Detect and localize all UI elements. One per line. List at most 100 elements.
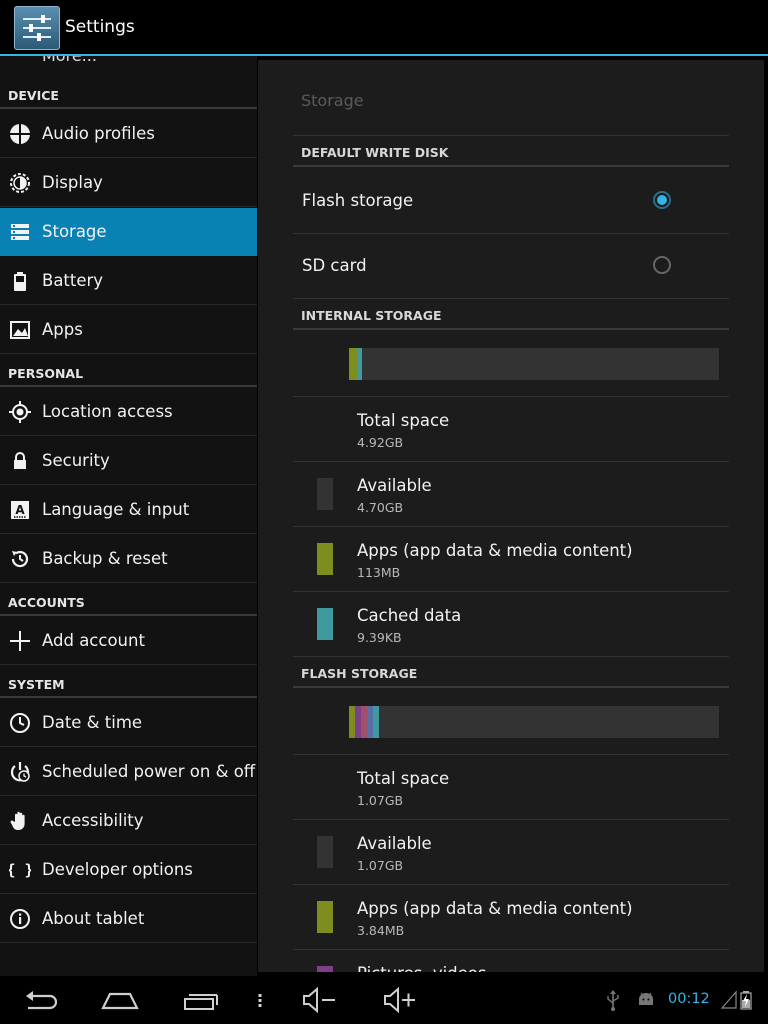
stat-value: 3.84MB [357,923,405,938]
sidebar-item-backup-reset[interactable]: Backup & reset [0,535,257,583]
info-icon [10,909,30,929]
lock-icon [14,452,26,469]
sidebar-item-label: Audio profiles [42,124,155,143]
settings-app-icon[interactable] [14,6,60,50]
stat-value: 1.07GB [357,793,404,808]
internal-total-space[interactable]: Total space 4.92GB [293,397,729,462]
stat-value: 4.70GB [357,500,404,515]
section-header-accounts: ACCOUNTS [0,586,257,616]
stat-label: Available [357,834,432,853]
option-label: SD card [302,256,367,275]
sidebar-item-battery[interactable]: Battery [0,257,257,305]
braces-icon: { } [9,861,31,879]
option-label: Flash storage [302,191,414,210]
sidebar-item-add-account[interactable]: Add account [0,617,257,665]
color-swatch [317,901,333,933]
sidebar-item-label: Security [42,451,110,470]
volume-up-icon[interactable] [381,976,421,1024]
stat-label: Total space [357,411,450,430]
sidebar-item-label: Date & time [42,713,143,732]
flash-available[interactable]: Available 1.07GB [293,820,729,885]
sidebar-item-security[interactable]: Security [0,437,257,485]
sidebar-item-label: Display [42,173,103,192]
flash-usage-bar-row [293,690,729,755]
usage-bar-segment [349,348,358,380]
stat-value: 113MB [357,565,401,580]
battery-icon [14,272,26,291]
menu-icon[interactable] [252,976,268,1024]
stat-label: Apps (app data & media content) [357,541,633,560]
sidebar-item-label: Location access [42,402,173,421]
internal-apps[interactable]: Apps (app data & media content) 113MB [293,527,729,592]
section-header-system: SYSTEM [0,668,257,698]
volume-down-icon[interactable] [300,976,340,1024]
sidebar-item-label: Accessibility [42,811,144,830]
stat-value: 9.39KB [357,630,402,645]
section-header-device: DEVICE [0,79,257,109]
stat-label: Apps (app data & media content) [357,899,633,918]
recents-icon[interactable] [181,976,221,1024]
clock-icon [10,713,30,733]
sidebar-item-more[interactable]: More... [42,56,97,65]
section-header-flash-storage: FLASH STORAGE [293,658,729,688]
usb-icon [607,990,619,1011]
navigation-bar: 00:12 [0,976,768,1024]
home-icon[interactable] [100,976,140,1024]
svg-text:A: A [15,503,25,517]
section-header-personal: PERSONAL [0,357,257,387]
sidebar-item-label: Storage [42,222,107,241]
color-swatch [317,836,333,868]
color-swatch [317,543,333,575]
usage-bar-segment [357,348,362,380]
stat-value: 4.92GB [357,435,404,450]
internal-cached-data[interactable]: Cached data 9.39KB [293,592,729,657]
sidebar-item-label: Backup & reset [42,549,168,568]
stat-label: Cached data [357,606,462,625]
sidebar-item-display[interactable]: Display [0,159,257,207]
backup-icon [11,550,29,568]
android-icon [639,992,653,1005]
sidebar-item-audio-profiles[interactable]: Audio profiles [0,110,257,158]
storage-icon [11,224,29,240]
location-icon [9,401,31,423]
sidebar-item-label: Developer options [42,860,193,879]
sidebar-item-location-access[interactable]: Location access [0,388,257,436]
sidebar-item-label: Add account [42,631,145,650]
hand-icon [10,811,25,830]
radio-button-selected[interactable] [653,191,671,209]
internal-usage-bar [349,348,719,380]
settings-sidebar: More... DEVICE Audio profiles Display St… [0,56,257,976]
storage-panel: Storage DEFAULT WRITE DISK Flash storage… [258,60,764,972]
signal-icon [720,990,737,1009]
flash-apps[interactable]: Apps (app data & media content) 3.84MB [293,885,729,950]
color-swatch [317,966,333,972]
sidebar-item-about-tablet[interactable]: About tablet [0,895,257,943]
section-header-default-write-disk: DEFAULT WRITE DISK [293,137,729,167]
sidebar-item-date-time[interactable]: Date & time [0,699,257,747]
section-header-internal-storage: INTERNAL STORAGE [293,300,729,330]
stat-label: Pictures, videos [357,964,487,972]
back-icon[interactable] [20,976,60,1024]
flash-usage-bar [349,706,719,738]
stat-value: 1.07GB [357,858,404,873]
color-swatch [317,478,333,510]
keyboard-a-icon: A [11,501,29,519]
display-brightness-icon [10,173,30,193]
stat-label: Total space [357,769,450,788]
flash-pictures-videos[interactable]: Pictures, videos [293,950,729,972]
sidebar-item-language-input[interactable]: A Language & input [0,486,257,534]
option-flash-storage[interactable]: Flash storage [293,169,729,234]
sidebar-item-label: About tablet [42,909,145,928]
battery-charging-icon [740,991,752,1010]
sidebar-item-storage[interactable]: Storage [0,208,257,256]
internal-available[interactable]: Available 4.70GB [293,462,729,527]
sidebar-item-apps[interactable]: Apps [0,306,257,354]
page-title: Storage [301,91,364,110]
sidebar-item-scheduled-power[interactable]: Scheduled power on & off [0,748,257,796]
radio-button[interactable] [653,256,671,274]
sidebar-item-accessibility[interactable]: Accessibility [0,797,257,845]
usage-bar-segment [372,706,379,738]
option-sd-card[interactable]: SD card [293,234,729,299]
sidebar-item-developer-options[interactable]: { } Developer options [0,846,257,894]
flash-total-space[interactable]: Total space 1.07GB [293,755,729,820]
